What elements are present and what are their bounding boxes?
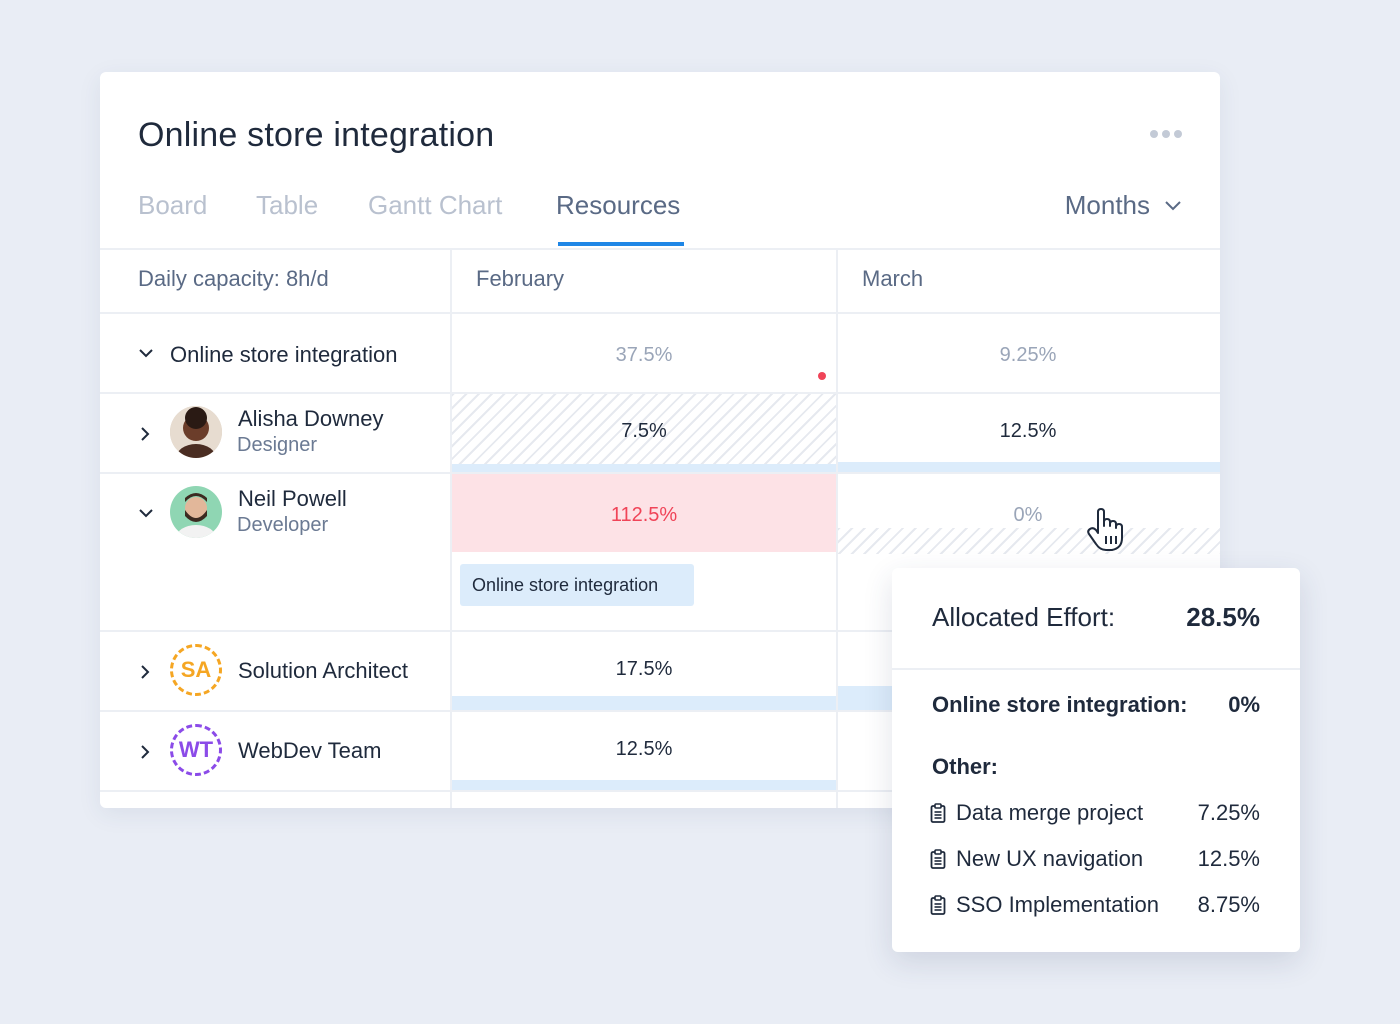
hand-cursor-icon xyxy=(1087,508,1123,551)
avatar: SA xyxy=(170,644,222,696)
other-project-item: SSO Implementation 8.75% xyxy=(930,892,1260,918)
clipboard-icon xyxy=(930,895,946,915)
column-header-february: February xyxy=(476,266,565,291)
project-allocation-value: 0% xyxy=(1228,692,1260,717)
other-heading: Other: xyxy=(932,754,1260,780)
avatar xyxy=(170,486,222,538)
more-options-icon[interactable] xyxy=(1150,130,1182,138)
project-row-label: Online store integration xyxy=(170,342,398,367)
tab-gantt-chart[interactable]: Gantt Chart xyxy=(368,190,502,221)
clipboard-icon xyxy=(930,803,946,823)
avatar: WT xyxy=(170,724,222,776)
allocation-bar xyxy=(452,780,836,790)
other-project-name: SSO Implementation xyxy=(956,892,1159,917)
allocation-bar xyxy=(452,696,836,710)
project-feb-value: 37.5% xyxy=(615,344,673,366)
chevron-down-icon[interactable] xyxy=(138,348,154,360)
resource-name[interactable]: Alisha Downey xyxy=(238,406,384,432)
allocation-tooltip: Allocated Effort: 28.5% Online store int… xyxy=(892,568,1300,952)
other-project-name: New UX navigation xyxy=(956,846,1144,871)
wt-feb-value: 12.5% xyxy=(615,738,673,760)
tab-board[interactable]: Board xyxy=(138,190,207,221)
allocated-effort-row: Allocated Effort: 28.5% xyxy=(932,602,1260,633)
project-allocation-row: Online store integration: 0% xyxy=(932,692,1260,718)
divider xyxy=(100,248,1220,250)
divider xyxy=(892,668,1300,670)
tab-table[interactable]: Table xyxy=(256,190,318,221)
column-header-march: March xyxy=(862,266,924,291)
chevron-down-icon[interactable] xyxy=(138,508,154,520)
other-project-item: Data merge project 7.25% xyxy=(930,800,1260,826)
neil-mar-value[interactable]: 0% xyxy=(838,504,1218,527)
resource-role: Developer xyxy=(237,514,329,536)
daily-capacity-label: Daily capacity: 8h/d xyxy=(138,266,329,291)
alisha-feb-value: 7.5% xyxy=(621,420,667,442)
resource-name[interactable]: Solution Architect xyxy=(238,658,408,684)
project-allocation-label: Online store integration: xyxy=(932,692,1188,717)
alisha-mar-value: 12.5% xyxy=(999,420,1057,442)
other-project-value: 8.75% xyxy=(1197,892,1260,917)
tab-resources[interactable]: Resources xyxy=(556,190,680,221)
divider xyxy=(100,312,1220,314)
active-tab-indicator xyxy=(558,242,684,246)
availability-hatch xyxy=(838,528,1220,554)
page-title: Online store integration xyxy=(138,116,495,154)
other-project-name: Data merge project xyxy=(956,800,1144,825)
alert-dot xyxy=(818,372,826,380)
resource-role: Designer xyxy=(237,434,318,456)
allocated-effort-label: Allocated Effort: xyxy=(932,602,1116,632)
avatar xyxy=(170,406,222,458)
other-project-item: New UX navigation 12.5% xyxy=(930,846,1260,872)
other-project-value: 7.25% xyxy=(1197,800,1260,825)
chevron-right-icon[interactable] xyxy=(140,664,152,680)
task-bar[interactable]: Online store integration xyxy=(460,564,694,606)
task-bar-label: Online store integration xyxy=(472,574,659,595)
project-mar-value: 9.25% xyxy=(999,344,1057,366)
allocation-bar xyxy=(838,462,1220,472)
neil-feb-value: 112.5% xyxy=(610,504,678,526)
other-label: Other: xyxy=(932,754,998,779)
sa-feb-value: 17.5% xyxy=(615,658,673,680)
chevron-right-icon[interactable] xyxy=(140,426,152,442)
allocated-effort-value: 28.5% xyxy=(1186,602,1260,632)
resource-name[interactable]: WebDev Team xyxy=(238,738,381,764)
other-project-value: 12.5% xyxy=(1197,846,1260,871)
period-select[interactable]: Months xyxy=(1065,190,1182,221)
resource-name[interactable]: Neil Powell xyxy=(238,486,347,512)
chevron-right-icon[interactable] xyxy=(140,744,152,760)
period-select-label: Months xyxy=(1064,190,1150,220)
clipboard-icon xyxy=(930,849,946,869)
allocation-bar xyxy=(452,464,836,472)
chevron-down-icon xyxy=(1165,200,1181,210)
